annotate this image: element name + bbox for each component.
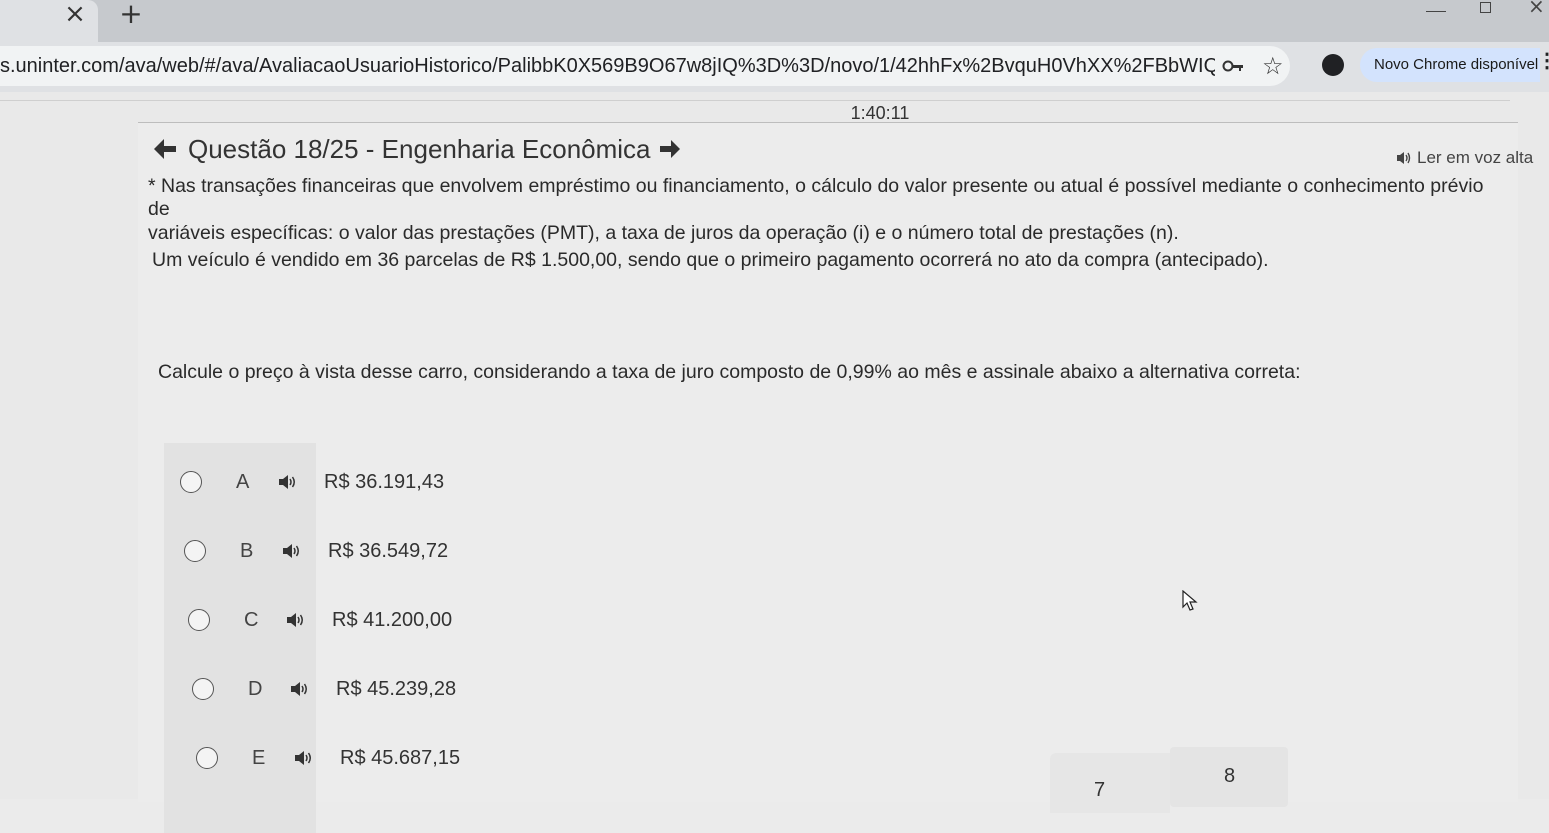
question-prompt: Calcule o preço à vista desse carro, con…	[158, 361, 1301, 383]
read-aloud-button[interactable]: Ler em voz alta	[1396, 148, 1533, 168]
answer-options: A R$ 36.191,43 B R$ 36.549,72 C R$ 41.20…	[164, 443, 460, 833]
speaker-icon[interactable]	[282, 543, 302, 559]
option-d[interactable]: D R$ 45.239,28	[164, 663, 456, 715]
update-chrome-button[interactable]: Novo Chrome disponível	[1360, 48, 1540, 82]
close-tab-icon[interactable]: ×	[62, 0, 88, 28]
radio-button[interactable]	[192, 678, 214, 700]
question-card: Questão 18/25 - Engenharia Econômica Ler…	[138, 122, 1533, 833]
option-letter: A	[236, 470, 250, 493]
option-letter: C	[244, 608, 259, 631]
new-tab-icon[interactable]: +	[118, 0, 144, 28]
pager-item-7[interactable]: 7	[1050, 753, 1170, 813]
question-title: Questão 18/25 - Engenharia Econômica	[188, 133, 651, 164]
browser-menu-icon[interactable]: ⋮	[1537, 48, 1549, 73]
star-icon[interactable]: ☆	[1262, 52, 1284, 80]
arrow-right-icon[interactable]	[659, 139, 681, 159]
radio-button[interactable]	[180, 471, 202, 493]
speaker-icon[interactable]	[278, 474, 298, 490]
key-icon[interactable]	[1222, 58, 1244, 74]
address-url[interactable]: s.uninter.com/ava/web/#/ava/AvaliacaoUsu…	[0, 46, 1215, 86]
radio-button[interactable]	[188, 609, 210, 631]
read-aloud-label: Ler em voz alta	[1417, 148, 1534, 167]
close-window-icon[interactable]: ×	[1528, 0, 1545, 18]
minimize-window-icon[interactable]	[1426, 0, 1446, 12]
option-letter: B	[240, 539, 254, 562]
option-value: R$ 41.200,00	[332, 608, 453, 631]
option-b[interactable]: B R$ 36.549,72	[164, 525, 448, 577]
browser-toolbar: s.uninter.com/ava/web/#/ava/AvaliacaoUsu…	[0, 42, 1549, 92]
speaker-icon	[1397, 152, 1411, 164]
exam-timer: 1:40:11	[850, 103, 910, 123]
statement-line: variáveis específicas: o valor das prest…	[148, 222, 1179, 244]
radio-button[interactable]	[196, 747, 218, 769]
radio-button[interactable]	[184, 540, 206, 562]
browser-tab-strip: × + ×	[0, 0, 1549, 42]
option-value: R$ 36.549,72	[328, 539, 449, 562]
statement-line: * Nas transações financeiras que envolve…	[148, 175, 1484, 220]
speaker-icon[interactable]	[290, 681, 310, 697]
divider	[0, 100, 1510, 101]
option-c[interactable]: C R$ 41.200,00	[164, 594, 452, 646]
mouse-cursor-icon	[1182, 590, 1198, 611]
option-value: R$ 36.191,43	[324, 470, 445, 493]
option-letter: D	[248, 677, 263, 700]
option-value: R$ 45.687,15	[340, 746, 461, 769]
statement-line: Um veículo é vendido em 36 parcelas de R…	[152, 249, 1269, 271]
speaker-icon[interactable]	[294, 750, 314, 766]
pager-number: 8	[1224, 765, 1236, 787]
question-pager: 7 8	[1050, 747, 1290, 813]
address-bar[interactable]: s.uninter.com/ava/web/#/ava/AvaliacaoUsu…	[0, 46, 1290, 86]
option-value: R$ 45.239,28	[336, 677, 457, 700]
speaker-icon[interactable]	[286, 612, 306, 628]
profile-avatar-icon[interactable]	[1322, 54, 1344, 76]
maximize-window-icon[interactable]	[1480, 2, 1491, 13]
option-letter: E	[252, 746, 266, 769]
exam-page: 1:40:11 Questão 18/25 - Engenharia Econô…	[0, 92, 1549, 833]
option-e[interactable]: E R$ 45.687,15	[164, 732, 460, 784]
arrow-left-icon[interactable]	[152, 137, 178, 161]
pager-item-8[interactable]: 8	[1170, 747, 1288, 807]
question-statement: * Nas transações financeiras que envolve…	[148, 175, 1510, 272]
option-a[interactable]: A R$ 36.191,43	[164, 456, 444, 508]
browser-tab[interactable]: ×	[0, 0, 98, 42]
question-header: Questão 18/25 - Engenharia Econômica	[152, 129, 681, 169]
